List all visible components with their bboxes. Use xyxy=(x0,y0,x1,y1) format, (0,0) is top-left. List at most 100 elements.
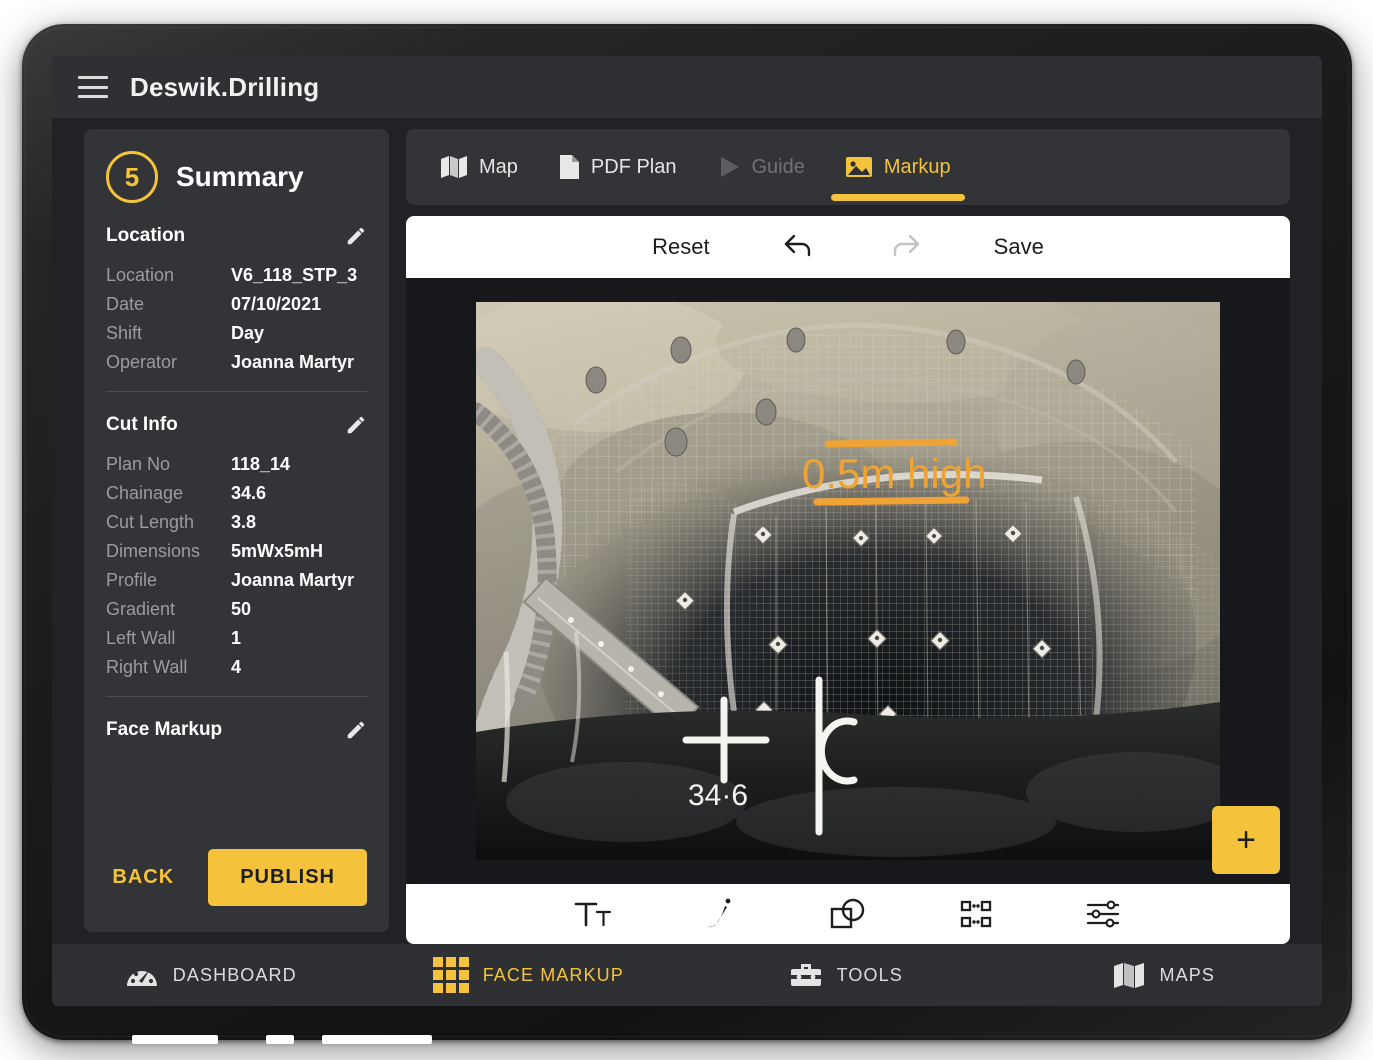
tab-guide[interactable]: Guide xyxy=(697,129,825,205)
field-row: Profile Joanna Martyr xyxy=(106,566,367,595)
view-tabs: Map PDF Plan Guide Markup xyxy=(406,129,1290,205)
markup-tool-toolbar xyxy=(406,884,1290,944)
nav-item-face-markup[interactable]: FACE MARKUP xyxy=(370,957,688,993)
tab-label: PDF Plan xyxy=(590,155,677,178)
summary-sidebar: 5 Summary Location Location V6_118_STP_3 xyxy=(84,129,389,932)
tablet-screen: Deswik.Drilling 5 Summary Location Locat… xyxy=(52,56,1322,1006)
toolbox-icon xyxy=(790,964,821,986)
nav-label: DASHBOARD xyxy=(172,964,297,985)
tab-label: Markup xyxy=(883,155,951,178)
select-tool-button[interactable] xyxy=(959,898,993,930)
nav-label: TOOLS xyxy=(836,964,903,985)
redo-arrow-icon[interactable] xyxy=(888,232,922,262)
field-label: Plan No xyxy=(106,454,171,474)
field-label: Location xyxy=(106,265,175,285)
sliders-icon xyxy=(1086,900,1120,928)
hamburger-menu-icon[interactable] xyxy=(78,76,108,98)
field-row: Gradient 50 xyxy=(106,595,367,624)
undo-arrow-icon[interactable] xyxy=(782,232,816,262)
field-label: Left Wall xyxy=(106,628,176,648)
text-tool-button[interactable] xyxy=(573,898,613,930)
field-label: Shift xyxy=(106,323,143,343)
save-button[interactable]: Save xyxy=(994,234,1044,260)
field-label: Date xyxy=(106,294,145,314)
field-label: Right Wall xyxy=(106,657,188,677)
field-value: 50 xyxy=(231,599,252,619)
field-value: 118_14 xyxy=(231,454,291,474)
section-title: Location xyxy=(106,225,186,246)
device-notch xyxy=(322,1035,432,1044)
gauge-icon xyxy=(126,969,157,986)
field-row: Shift Day xyxy=(106,319,367,348)
section-cut-info: Cut Info Plan No 118_14 Chainage 34.6 Cu… xyxy=(84,408,389,697)
field-value: 5mWx5mH xyxy=(231,541,324,561)
pencil-icon[interactable] xyxy=(345,414,367,436)
face-photo[interactable]: 34·6 0.5m high xyxy=(476,302,1220,860)
field-row: Plan No 118_14 xyxy=(106,450,367,479)
field-value: 4 xyxy=(231,657,242,677)
text-tt-icon xyxy=(574,902,612,927)
annotation-measure: 0.5m high xyxy=(802,438,986,506)
reset-button[interactable]: Reset xyxy=(652,234,709,260)
chalk-chainage-text: 34·6 xyxy=(688,779,748,812)
field-row: Cut Length 3.8 xyxy=(106,508,367,537)
pencil-icon[interactable] xyxy=(345,719,367,741)
field-value: 07/10/2021 xyxy=(231,294,322,314)
tab-markup[interactable]: Markup xyxy=(825,129,971,205)
pencil-icon[interactable] xyxy=(345,225,367,247)
back-button[interactable]: BACK xyxy=(96,854,190,901)
markup-viewer: Reset Save 34·6 0.5m high + xyxy=(406,216,1290,944)
nav-item-dashboard[interactable]: DASHBOARD xyxy=(52,960,370,990)
field-value: Joanna Martyr xyxy=(231,570,355,590)
nav-item-maps[interactable]: MAPS xyxy=(1005,961,1323,989)
active-tab-underline xyxy=(830,194,965,201)
field-label: Profile xyxy=(106,570,158,590)
field-row: Operator Joanna Martyr xyxy=(106,348,367,377)
field-row: Chainage 34.6 xyxy=(106,479,367,508)
draw-tool-button[interactable] xyxy=(705,897,737,931)
tab-pdf-plan[interactable]: PDF Plan xyxy=(538,129,697,205)
field-label: Dimensions xyxy=(106,541,201,561)
field-row: Right Wall 4 xyxy=(106,653,367,682)
step-number-badge: 5 xyxy=(106,151,158,203)
section-location: Location Location V6_118_STP_3 Date 07/1… xyxy=(84,219,389,392)
settings-tool-button[interactable] xyxy=(1085,898,1123,930)
selection-handles-icon xyxy=(960,900,992,928)
grid-icon xyxy=(432,957,469,993)
field-value: 1 xyxy=(231,628,242,648)
summary-header: 5 Summary xyxy=(84,129,389,219)
sidebar-actions: BACK PUBLISH xyxy=(84,849,389,932)
play-triangle-icon xyxy=(720,157,739,177)
publish-button[interactable]: PUBLISH xyxy=(208,849,367,906)
nav-label: MAPS xyxy=(1159,964,1215,985)
page-title: Summary xyxy=(176,161,304,192)
field-row: Date 07/10/2021 xyxy=(106,290,367,319)
field-label: Chainage xyxy=(106,483,184,503)
nav-item-tools[interactable]: TOOLS xyxy=(687,961,1005,989)
section-face-markup: Face Markup xyxy=(84,713,389,755)
field-label: Gradient xyxy=(106,599,176,619)
section-title: Face Markup xyxy=(106,719,223,740)
map-icon xyxy=(441,156,467,178)
add-markup-button[interactable]: + xyxy=(1212,806,1280,874)
markup-canvas[interactable]: 34·6 0.5m high + xyxy=(406,278,1290,884)
shapes-icon xyxy=(830,898,865,929)
field-label: Cut Length xyxy=(106,512,195,532)
app-header: Deswik.Drilling xyxy=(52,56,1322,118)
section-title: Cut Info xyxy=(106,414,178,435)
device-notch xyxy=(132,1035,218,1044)
map-icon xyxy=(1113,963,1144,988)
app-title: Deswik.Drilling xyxy=(130,71,320,102)
shapes-tool-button[interactable] xyxy=(829,898,867,930)
field-row: Dimensions 5mWx5mH xyxy=(106,537,367,566)
device-notch xyxy=(266,1035,294,1044)
top-measure-line xyxy=(824,438,958,448)
content-area: 5 Summary Location Location V6_118_STP_3 xyxy=(52,118,1322,944)
tab-label: Map xyxy=(479,155,518,178)
tablet-device-frame: Deswik.Drilling 5 Summary Location Locat… xyxy=(22,24,1352,1044)
bottom-measure-line xyxy=(813,496,970,506)
pen-icon xyxy=(708,898,731,928)
markup-edit-toolbar: Reset Save xyxy=(406,216,1290,278)
field-value: 34.6 xyxy=(231,483,267,503)
tab-map[interactable]: Map xyxy=(420,129,538,205)
